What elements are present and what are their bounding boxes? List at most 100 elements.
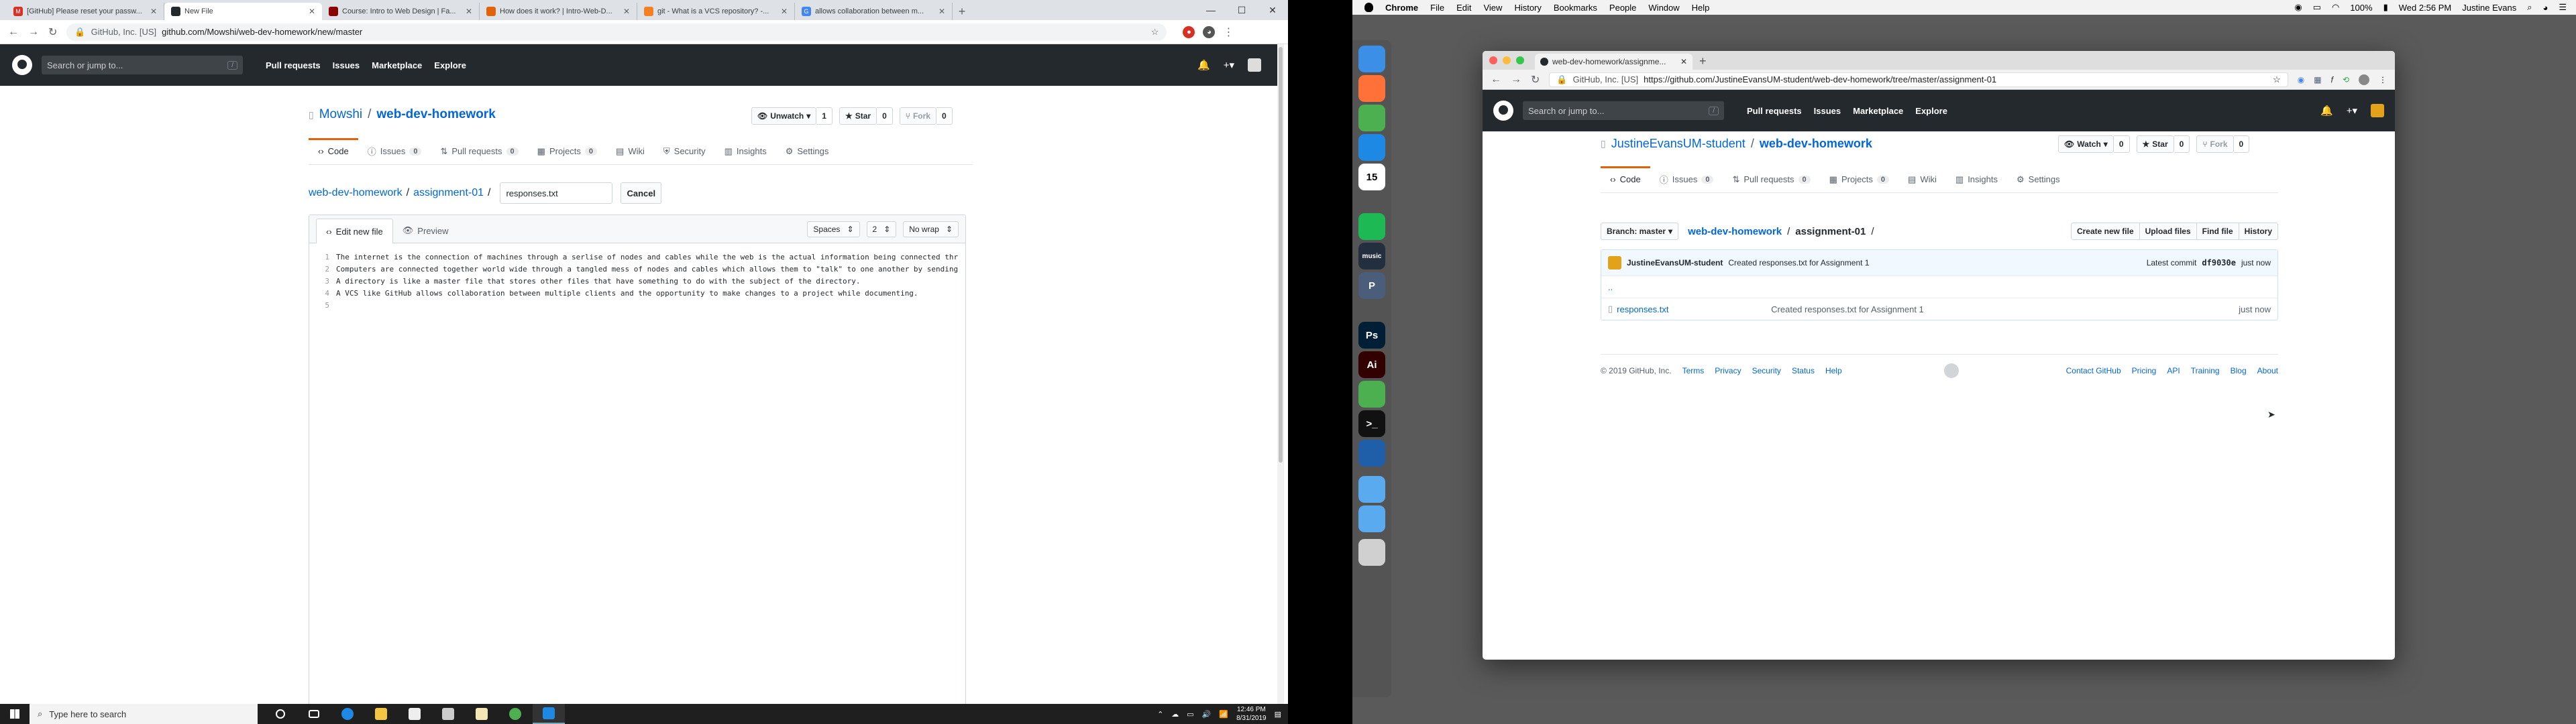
- plus-icon[interactable]: +▾: [2347, 105, 2357, 117]
- bell-icon[interactable]: 🔔: [1197, 59, 1210, 71]
- footer-link-api[interactable]: API: [2167, 366, 2180, 375]
- finder-icon[interactable]: [1358, 46, 1385, 72]
- footer-link-status[interactable]: Status: [1792, 366, 1815, 375]
- record-icon[interactable]: ◉: [2294, 2, 2302, 13]
- store-icon[interactable]: [398, 704, 431, 724]
- close-tab-icon[interactable]: ✕: [150, 7, 157, 16]
- nav-item-pull-requests[interactable]: Pull requests: [1747, 106, 1802, 116]
- chevron-up-icon[interactable]: ⌃: [1157, 710, 1163, 719]
- close-icon[interactable]: ✕: [1257, 0, 1288, 20]
- cancel-button[interactable]: Cancel: [621, 182, 662, 204]
- indent-mode-select[interactable]: Spaces ⇕: [807, 221, 860, 237]
- zoom-window-icon[interactable]: [1516, 56, 1524, 64]
- notification-center-icon[interactable]: ☰: [2559, 2, 2567, 13]
- menu-edit[interactable]: Edit: [1456, 3, 1471, 13]
- fork-count[interactable]: 0: [936, 107, 953, 125]
- formula-extension-icon[interactable]: f: [2331, 75, 2333, 84]
- nav-item-pull-requests[interactable]: Pull requests: [266, 60, 321, 70]
- photoshop-icon[interactable]: Ps: [1358, 322, 1385, 349]
- github-logo-icon[interactable]: [1493, 101, 1513, 121]
- tab-settings[interactable]: ⚙ Settings: [2007, 166, 2070, 192]
- minimize-icon[interactable]: —: [1195, 0, 1226, 20]
- profile-avatar[interactable]: [2359, 74, 2369, 85]
- footer-link-privacy[interactable]: Privacy: [1715, 366, 1741, 375]
- tab-pull-requests[interactable]: ⇅ Pull requests 0: [1723, 166, 1819, 192]
- folder-icon[interactable]: [1358, 476, 1385, 503]
- close-tab-icon[interactable]: ✕: [466, 7, 472, 16]
- unwatch-button[interactable]: 👁 Unwatch ▾: [751, 107, 817, 125]
- remote-desktop-icon[interactable]: [533, 704, 565, 724]
- tab-pull-requests[interactable]: ⇅ Pull requests 0: [431, 138, 527, 164]
- footer-link-about[interactable]: About: [2257, 366, 2278, 375]
- trash-icon[interactable]: [1358, 539, 1385, 566]
- bookmark-star-icon[interactable]: ☆: [2273, 74, 2281, 85]
- close-window-icon[interactable]: [1489, 56, 1497, 64]
- taskbar-clock[interactable]: 12:46 PM 8/31/2019: [1236, 705, 1267, 723]
- menu-bookmarks[interactable]: Bookmarks: [1554, 3, 1597, 13]
- tab-settings[interactable]: ⚙ Settings: [776, 138, 839, 164]
- bookmark-star-icon[interactable]: ☆: [1151, 27, 1159, 38]
- tab-code[interactable]: ‹› Code: [309, 138, 358, 164]
- footer-link-security[interactable]: Security: [1752, 366, 1781, 375]
- file-row[interactable]: ..: [1601, 276, 2277, 298]
- edge-icon[interactable]: [331, 704, 364, 724]
- tab-insights[interactable]: ▥ Insights: [715, 138, 776, 164]
- browser-tab[interactable]: web-dev-homework/assignme... ✕: [1535, 54, 1693, 70]
- menu-people[interactable]: People: [1609, 3, 1636, 13]
- battery-icon[interactable]: ▭: [1187, 710, 1193, 719]
- footer-link-help[interactable]: Help: [1825, 366, 1842, 375]
- user-avatar[interactable]: [1248, 58, 1261, 72]
- menu-view[interactable]: View: [1483, 3, 1502, 13]
- star-button[interactable]: ★ Star: [2136, 135, 2174, 153]
- branch-select[interactable]: Branch: master ▾: [1601, 223, 1679, 240]
- cast-icon[interactable]: ▭: [2313, 2, 2321, 13]
- filename-input[interactable]: responses.txt: [500, 182, 613, 204]
- watch-count[interactable]: 0: [2113, 135, 2130, 153]
- footer-link-terms[interactable]: Terms: [1682, 366, 1705, 375]
- battery-percent[interactable]: 100%: [2350, 3, 2372, 13]
- tab-issues[interactable]: ⓘ Issues 0: [358, 138, 431, 164]
- star-count[interactable]: 0: [2174, 135, 2190, 153]
- search-input[interactable]: Search or jump to... /: [42, 56, 243, 74]
- extension-icon[interactable]: ⟲: [2343, 75, 2349, 84]
- close-tab-icon[interactable]: ✕: [781, 7, 788, 16]
- illustrator-icon[interactable]: Ai: [1358, 351, 1385, 378]
- quicktime-icon[interactable]: [1358, 440, 1385, 467]
- upload-files-button[interactable]: Upload files: [2139, 223, 2197, 240]
- breadcrumb-repo-link[interactable]: web-dev-homework: [309, 187, 402, 199]
- menu-window[interactable]: Window: [1648, 3, 1679, 13]
- safari-icon[interactable]: [1358, 134, 1385, 161]
- new-tab-icon[interactable]: +: [1699, 54, 1707, 68]
- indent-size-select[interactable]: 2 ⇕: [866, 221, 897, 237]
- file-name-link[interactable]: responses.txt: [1617, 304, 1771, 314]
- github-mark-icon[interactable]: [1944, 363, 1959, 378]
- close-tab-icon[interactable]: ✕: [309, 7, 315, 16]
- github-logo-icon[interactable]: [12, 55, 32, 75]
- chrome-menu-icon[interactable]: ⋮: [2379, 75, 2387, 84]
- back-icon[interactable]: ←: [8, 26, 19, 38]
- breadcrumb-folder-link[interactable]: assignment-01: [413, 187, 484, 199]
- firefox-icon[interactable]: [1358, 75, 1385, 102]
- browser-tab[interactable]: How does it work? | Intro-Web-D... ✕: [480, 3, 637, 20]
- extension-icon[interactable]: ◉: [2298, 75, 2304, 84]
- flag-icon[interactable]: ▮: [2383, 2, 2388, 13]
- wrap-mode-select[interactable]: No wrap ⇕: [903, 221, 959, 237]
- volume-icon[interactable]: 🔊: [1202, 710, 1212, 719]
- close-tab-icon[interactable]: ✕: [938, 7, 945, 16]
- watch-button[interactable]: 👁 Watch ▾: [2058, 135, 2114, 153]
- browser-tab[interactable]: Course: Intro to Web Design | Fa... ✕: [322, 3, 480, 20]
- maximize-icon[interactable]: ☐: [1226, 0, 1257, 20]
- extension-icon[interactable]: ●: [1183, 25, 1195, 38]
- commit-message[interactable]: Created responses.txt for Assignment 1: [1728, 258, 1869, 267]
- nav-item-explore[interactable]: Explore: [1915, 106, 1947, 116]
- search-input[interactable]: Search or jump to... /: [1523, 101, 1724, 120]
- new-tab-icon[interactable]: +: [953, 3, 971, 20]
- browser-tab[interactable]: Gallows collaboration between m... ✕: [795, 3, 953, 20]
- siri-icon[interactable]: ◕: [2542, 3, 2548, 13]
- footer-link-blog[interactable]: Blog: [2231, 366, 2247, 375]
- amazon-music-icon[interactable]: music: [1358, 243, 1385, 269]
- user-avatar[interactable]: [2371, 104, 2384, 117]
- nav-item-issues[interactable]: Issues: [1814, 106, 1841, 116]
- pages-icon[interactable]: P: [1358, 272, 1385, 299]
- app-name[interactable]: Chrome: [1385, 3, 1418, 13]
